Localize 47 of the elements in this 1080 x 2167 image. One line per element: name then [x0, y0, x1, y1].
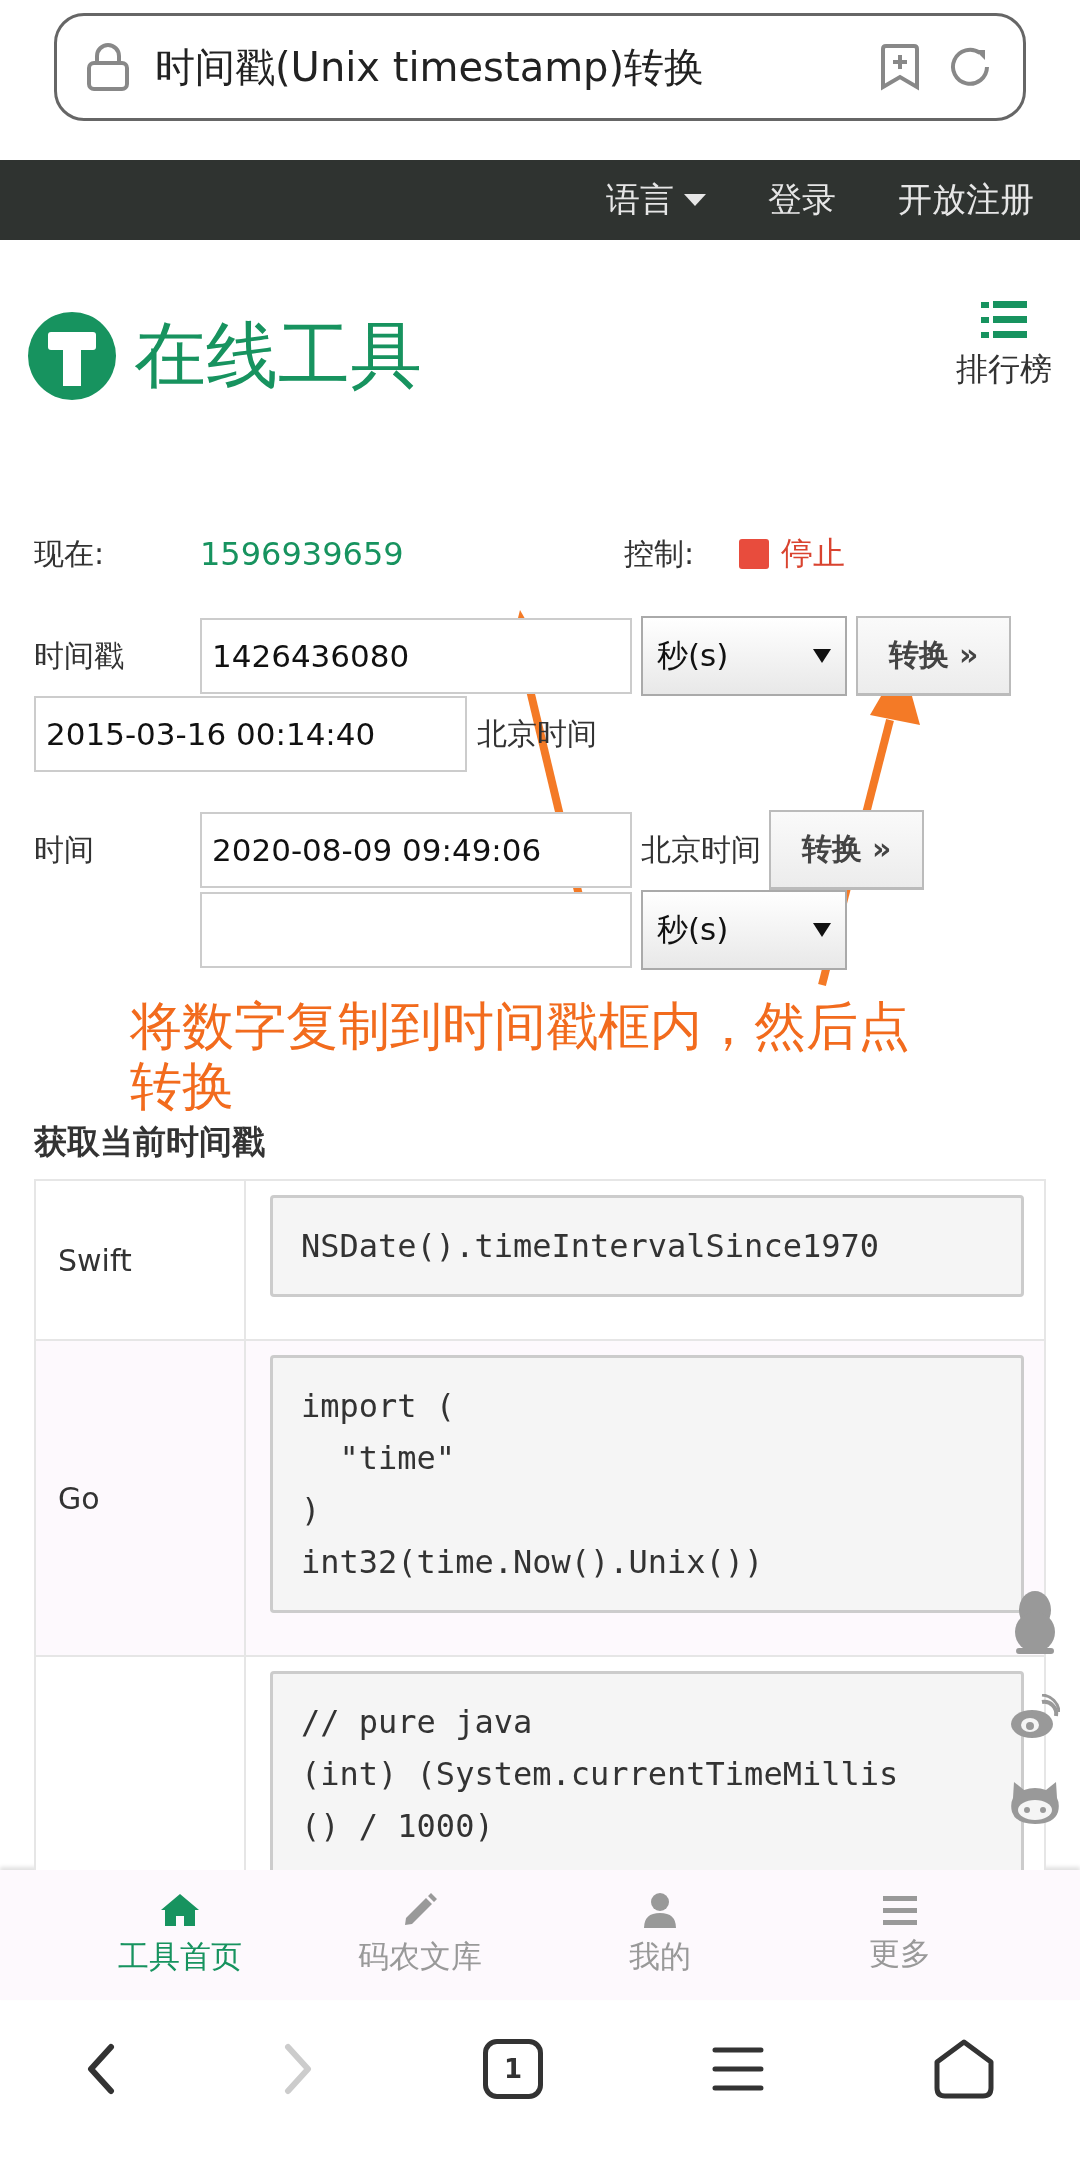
convert-button[interactable]: 转换 »: [769, 810, 924, 890]
language-cell: Swift: [58, 1242, 132, 1278]
current-timestamp: 1596939659: [200, 535, 405, 573]
pencil-icon: [402, 1892, 438, 1928]
site-logo-text: 在线工具: [134, 312, 422, 399]
unit-select[interactable]: 秒(s): [641, 890, 847, 970]
menu-icon: [883, 1895, 917, 1925]
annotation-text: 将数字复制到时间戳框内，然后点转换: [130, 996, 911, 1116]
time-input[interactable]: 2020-08-09 09:49:06: [200, 812, 632, 888]
language-menu[interactable]: 语言: [606, 177, 706, 223]
address-bar[interactable]: 时间戳(Unix timestamp)转换: [54, 13, 1026, 121]
stop-button[interactable]: 停止: [739, 532, 845, 576]
lock-icon: [87, 43, 129, 91]
now-label: 现在:: [34, 534, 106, 573]
page-title: 时间戳(Unix timestamp)转换: [155, 42, 706, 92]
convert-button[interactable]: 转换 »: [856, 616, 1011, 696]
code-block: import ( "time" ) int32(time.Now().Unix()): [270, 1355, 1024, 1613]
nav-link[interactable]: 开放注册: [898, 177, 1034, 223]
home-icon: [159, 1892, 201, 1928]
timestamp-input[interactable]: 1426436080: [200, 618, 632, 694]
menu-button[interactable]: [712, 2045, 765, 2092]
penguin-icon[interactable]: [1012, 1590, 1058, 1654]
date-output[interactable]: 2015-03-16 00:14:40: [34, 696, 467, 772]
bookmark-add-icon[interactable]: [879, 43, 921, 91]
weibo-icon[interactable]: [1010, 1694, 1060, 1740]
numbered-list-icon: [981, 300, 1027, 340]
user-icon: [643, 1892, 677, 1928]
timezone-label: 北京时间: [641, 830, 761, 869]
nav-tab[interactable]: 工具首页: [90, 1870, 270, 2000]
ranking-link[interactable]: 排行榜: [956, 300, 1052, 392]
section-title: 获取当前时间戳: [34, 1121, 266, 1163]
octocat-icon[interactable]: [1010, 1780, 1060, 1824]
dropdown-arrow-icon: [813, 649, 831, 663]
home-button[interactable]: [933, 2037, 996, 2100]
caret-icon: [684, 194, 706, 206]
tabs-button[interactable]: 1: [482, 2038, 543, 2099]
code-block: NSDate().timeIntervalSince1970: [270, 1195, 1024, 1297]
logo-icon: [28, 312, 116, 400]
control-label: 控制:: [624, 534, 696, 573]
code-block: // pure java (int) (System.currentTimeMillis () / 1000): [270, 1671, 1024, 1870]
dropdown-arrow-icon: [813, 923, 831, 937]
language-cell: Go: [58, 1480, 100, 1516]
timestamp-label: 时间戳: [34, 636, 125, 675]
unit-select[interactable]: 秒(s): [641, 616, 847, 696]
stop-icon: [739, 539, 769, 569]
time-label: 时间: [34, 830, 95, 869]
nav-link[interactable]: 登录: [768, 177, 836, 223]
